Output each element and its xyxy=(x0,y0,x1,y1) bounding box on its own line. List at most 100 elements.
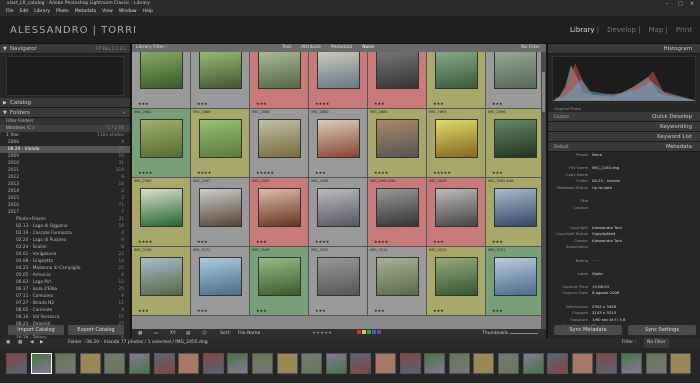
thumbnail-image[interactable] xyxy=(140,119,183,158)
rating-stars[interactable]: ★★★ xyxy=(197,308,208,313)
quick-develop-header[interactable]: Custom Quick Develop xyxy=(548,112,700,122)
menu-edit[interactable]: Edit xyxy=(20,9,29,14)
thumbnail-image[interactable] xyxy=(258,119,301,158)
grid-scrollbar[interactable] xyxy=(541,52,546,329)
thumbnail-size-slider[interactable] xyxy=(510,333,538,334)
rating-stars[interactable]: ★★★ xyxy=(492,101,503,106)
export-catalog-button[interactable]: Export Catalog xyxy=(68,325,124,335)
filmstrip-thumbnail[interactable] xyxy=(645,353,667,374)
filmstrip-thumbnail[interactable] xyxy=(399,353,421,374)
rating-stars[interactable]: ★★★ xyxy=(256,101,267,106)
rating-stars[interactable]: ★★★★ xyxy=(138,239,152,244)
filmstrip-thumbnail[interactable] xyxy=(55,353,77,374)
add-folder-icon[interactable]: + xyxy=(123,108,126,118)
folder-item[interactable]: 04.23 - Madonna di Campiglio 22 xyxy=(0,265,130,272)
filmstrip-thumbnail[interactable] xyxy=(424,353,446,374)
rating-stars[interactable]: ★★★ xyxy=(492,239,503,244)
thumbnail-image[interactable] xyxy=(376,52,419,89)
thumbnail-image[interactable] xyxy=(376,188,419,227)
filmstrip-filter-dropdown[interactable]: No Filter xyxy=(644,338,669,348)
folder-item[interactable]: 06.03 - Lago Pirl 12 xyxy=(0,279,130,286)
rating-stars[interactable]: ★★★★ xyxy=(315,239,329,244)
filmstrip-thumbnail[interactable] xyxy=(375,353,396,374)
filmstrip-thumbnail[interactable] xyxy=(596,353,618,374)
folder-item[interactable]: 03.24 - Scalini 8 xyxy=(0,244,130,251)
filmstrip-thumbnail[interactable] xyxy=(571,353,593,374)
filmstrip-thumbnail[interactable] xyxy=(6,353,27,374)
folder-item[interactable]: 05.05 - Armonia 6 xyxy=(0,272,130,279)
thumbnail-image[interactable] xyxy=(494,119,537,158)
grid-view-icon[interactable]: ▦ xyxy=(138,329,142,338)
menu-help[interactable]: Help xyxy=(143,9,153,14)
thumbnail-image[interactable] xyxy=(199,52,242,89)
rating-stars[interactable]: ★★★ xyxy=(374,101,385,106)
people-view-icon[interactable]: ☺ xyxy=(202,329,207,338)
thumbnail-cell[interactable]: IMG_3028 ★★★ xyxy=(427,178,486,247)
thumbnail-image[interactable] xyxy=(258,257,301,296)
thumbnail-cell[interactable]: IMG_3172 ★★★ xyxy=(191,247,250,316)
survey-view-icon[interactable]: ▤ xyxy=(186,329,190,338)
filmstrip-thumbnail[interactable] xyxy=(178,353,200,374)
rating-stars[interactable]: ★★★ xyxy=(315,170,326,175)
metadata-preset[interactable]: Default xyxy=(554,142,569,152)
thumbnail-image[interactable] xyxy=(494,188,537,227)
metadata-value[interactable]: 19:06:24 xyxy=(592,284,609,291)
thumbnail-cell[interactable]: IMG_2947 ★★★ xyxy=(191,178,250,247)
folder-item[interactable]: 2011 119 xyxy=(0,167,130,174)
filmstrip-thumbnail[interactable] xyxy=(448,353,470,374)
folder-item[interactable]: 08.16 - Val Verzasca 15 xyxy=(0,314,130,321)
thumbnail-image[interactable] xyxy=(317,52,360,89)
filmstrip-thumbnail[interactable] xyxy=(498,353,519,374)
thumbnail-cell[interactable]: IMG_2866 ★★★★ xyxy=(191,109,250,178)
filmstrip-thumbnail[interactable] xyxy=(30,353,52,374)
thumbnail-image[interactable] xyxy=(435,257,478,296)
metadata-value[interactable]: None xyxy=(592,152,602,159)
folder-item[interactable]: 2016 71 xyxy=(0,202,130,209)
thumbnail-cell[interactable]: IMG_3231 ★★★ xyxy=(486,247,545,316)
metadata-value[interactable]: 2143 x 3213 xyxy=(592,310,616,317)
rating-stars[interactable]: ★★★ xyxy=(197,101,208,106)
thumbnail-image[interactable] xyxy=(435,119,478,158)
filter-preset[interactable]: No Filter xyxy=(521,44,540,52)
rating-stars[interactable]: ★★★ xyxy=(197,239,208,244)
histogram-header[interactable]: Histogram xyxy=(548,44,700,54)
rating-stars[interactable]: ★★★ xyxy=(433,239,444,244)
folder-item[interactable]: 2010 31 xyxy=(0,160,130,167)
thumbnail-cell[interactable]: IMG_2850★★★ xyxy=(427,52,486,109)
menu-photo[interactable]: Photo xyxy=(56,9,69,14)
thumbnail-image[interactable] xyxy=(376,257,419,296)
thumbnail-cell[interactable]: IMG_2818★★★ xyxy=(250,52,309,109)
folder-item[interactable]: 2013 16 xyxy=(0,181,130,188)
rating-stars[interactable]: ★★★★ xyxy=(315,101,329,106)
filmstrip-thumbnail[interactable] xyxy=(227,353,249,374)
thumbnail-cell[interactable]: IMG_2965 ★★★★ xyxy=(309,178,368,247)
folder-item[interactable]: 2012 8 xyxy=(0,174,130,181)
catalog-header[interactable]: ▶ Catalog xyxy=(0,98,130,108)
rating-stars[interactable]: ★★★ xyxy=(138,101,149,106)
folders-header[interactable]: ▼ Folders + xyxy=(0,108,130,118)
thumbnail-image[interactable] xyxy=(435,52,478,89)
module-develop[interactable]: Develop xyxy=(607,26,636,34)
folder-item[interactable]: 04.01 - Varigasone 23 xyxy=(0,251,130,258)
navigator-header[interactable]: ▼ Navigator FIT FILL 1:1 3:1 xyxy=(0,44,130,54)
thumbnail-cell[interactable]: IMG_2841★★★ xyxy=(368,52,427,109)
filter-folders-field[interactable]: Filter Folders xyxy=(0,118,130,125)
menu-file[interactable]: File xyxy=(6,9,14,14)
thumbnail-image[interactable] xyxy=(199,188,242,227)
thumbnail-image[interactable] xyxy=(199,257,242,296)
thumbnail-image[interactable] xyxy=(140,257,183,296)
keywording-header[interactable]: Keywording xyxy=(548,122,700,132)
folder-item[interactable]: 07.27 - Strada N2 11 xyxy=(0,300,130,307)
nav-zoom-options[interactable]: FIT FILL 1:1 3:1 xyxy=(95,44,126,54)
folder-item[interactable]: 02.13 - Lago di Oggiono 16 xyxy=(0,223,130,230)
filmstrip-thumbnail[interactable] xyxy=(153,353,175,374)
menu-metadata[interactable]: Metadata xyxy=(75,9,96,14)
folder-item[interactable]: 2014 2 xyxy=(0,188,130,195)
thumbnail-cell[interactable]: IMG_2756★★★ xyxy=(132,52,191,109)
scrollbar-thumb[interactable] xyxy=(542,72,545,112)
histogram-graph[interactable]: ISO 100 24 mm f / 5.6 1/60 sec xyxy=(552,56,696,103)
color-labels[interactable] xyxy=(357,329,381,338)
thumbnail-cell[interactable]: IMG_2990-Edit ★★★★ xyxy=(368,178,427,247)
filter-tab-metadata[interactable]: Metadata xyxy=(331,45,352,50)
folder-item[interactable]: 02.20 - Lago di Pusiano 9 xyxy=(0,237,130,244)
